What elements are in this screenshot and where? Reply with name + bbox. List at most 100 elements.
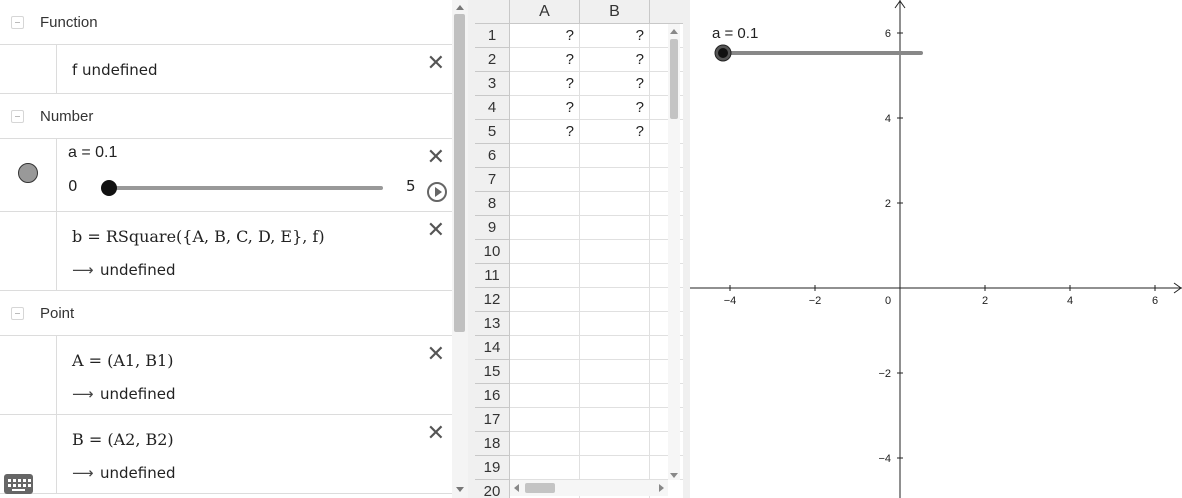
cell-B9[interactable] [580,216,650,240]
cell-A10[interactable] [510,240,580,264]
cell-B18[interactable] [580,432,650,456]
cell-A3[interactable]: ? [510,72,580,96]
algebra-row-B[interactable]: B = (A2, B2) ⟶ undefined ✕ [0,415,452,494]
cell-B19[interactable] [580,456,650,480]
cell-A4[interactable]: ? [510,96,580,120]
cell-B7[interactable] [580,168,650,192]
delete-B-icon[interactable]: ✕ [427,423,445,445]
expression-f[interactable]: f undefined [72,61,158,79]
delete-a-icon[interactable]: ✕ [427,147,445,169]
cell-A18[interactable] [510,432,580,456]
scroll-thumb[interactable] [525,483,555,493]
delete-b-icon[interactable]: ✕ [427,220,445,242]
cell-A15[interactable] [510,360,580,384]
visibility-marble-icon[interactable] [18,163,38,183]
cell-A12[interactable] [510,288,580,312]
scroll-down-icon[interactable] [456,487,464,492]
scroll-up-icon[interactable] [670,29,678,34]
cell-B6[interactable] [580,144,650,168]
cell-B2[interactable]: ? [580,48,650,72]
scroll-down-icon[interactable] [670,473,678,478]
cell-A6[interactable] [510,144,580,168]
graphics-slider-label[interactable]: a = 0.1 [712,25,758,42]
expression-B[interactable]: B = (A2, B2) [72,430,174,449]
scroll-left-icon[interactable] [514,484,519,492]
column-header-B[interactable]: B [580,0,650,24]
cell-B14[interactable] [580,336,650,360]
collapse-number-toggle[interactable] [11,110,24,123]
column-header-next[interactable] [650,0,683,24]
cell-A13[interactable] [510,312,580,336]
row-header-10[interactable]: 10 [475,240,510,264]
spreadsheet-horizontal-scrollbar[interactable] [510,480,668,496]
cell-B10[interactable] [580,240,650,264]
cell-A14[interactable] [510,336,580,360]
delete-A-icon[interactable]: ✕ [427,344,445,366]
delete-f-icon[interactable]: ✕ [427,53,445,75]
row-header-3[interactable]: 3 [475,72,510,96]
algebra-row-a[interactable]: a = 0.1 0 5 ✕ [0,139,452,212]
scroll-thumb[interactable] [454,14,465,332]
cell-A5[interactable]: ? [510,120,580,144]
cell-B4[interactable]: ? [580,96,650,120]
graphics-canvas[interactable]: a = 0.1 −4 −2 0 2 4 6 6 4 2 −2 −4 [690,0,1182,498]
algebra-scrollbar[interactable] [452,0,468,498]
algebra-row-A[interactable]: A = (A1, B1) ⟶ undefined ✕ [0,336,452,415]
play-animation-icon[interactable] [427,182,447,202]
row-header-18[interactable]: 18 [475,432,510,456]
cell-B8[interactable] [580,192,650,216]
row-header-16[interactable]: 16 [475,384,510,408]
algebra-row-f[interactable]: f undefined ✕ [0,45,452,94]
slider-a-knob[interactable] [101,180,117,196]
row-header-8[interactable]: 8 [475,192,510,216]
row-header-17[interactable]: 17 [475,408,510,432]
row-header-5[interactable]: 5 [475,120,510,144]
cell-A19[interactable] [510,456,580,480]
slider-a-track[interactable] [108,186,383,190]
cell-B16[interactable] [580,384,650,408]
row-header-20[interactable]: 20 [475,480,510,498]
graphics-view[interactable]: a = 0.1 −4 −2 0 2 4 6 6 4 2 −2 −4 [690,0,1182,498]
keyboard-icon[interactable] [4,474,33,494]
row-header-11[interactable]: 11 [475,264,510,288]
expression-A[interactable]: A = (A1, B1) [72,351,173,370]
cell-B3[interactable]: ? [580,72,650,96]
expression-a[interactable]: a = 0.1 [68,144,117,162]
cell-A2[interactable]: ? [510,48,580,72]
cell-B15[interactable] [580,360,650,384]
cell-B13[interactable] [580,312,650,336]
spreadsheet-vertical-scrollbar[interactable] [668,24,680,480]
cell-B12[interactable] [580,288,650,312]
cell-B17[interactable] [580,408,650,432]
spreadsheet-corner[interactable] [475,0,510,24]
pane-divider[interactable] [468,0,475,498]
scroll-right-icon[interactable] [659,484,664,492]
cell-B11[interactable] [580,264,650,288]
cell-B1[interactable]: ? [580,24,650,48]
row-header-15[interactable]: 15 [475,360,510,384]
expression-b[interactable]: b = RSquare({A, B, C, D, E}, f) [72,227,325,246]
row-header-1[interactable]: 1 [475,24,510,48]
cell-B5[interactable]: ? [580,120,650,144]
row-header-13[interactable]: 13 [475,312,510,336]
row-header-12[interactable]: 12 [475,288,510,312]
cell-A7[interactable] [510,168,580,192]
cell-A9[interactable] [510,216,580,240]
column-header-A[interactable]: A [510,0,580,24]
row-header-2[interactable]: 2 [475,48,510,72]
row-header-19[interactable]: 19 [475,456,510,480]
row-header-6[interactable]: 6 [475,144,510,168]
scroll-thumb[interactable] [670,39,678,119]
cell-A1[interactable]: ? [510,24,580,48]
row-header-4[interactable]: 4 [475,96,510,120]
row-header-14[interactable]: 14 [475,336,510,360]
row-header-9[interactable]: 9 [475,216,510,240]
collapse-point-toggle[interactable] [11,307,24,320]
pane-divider[interactable] [683,0,690,498]
cell-A17[interactable] [510,408,580,432]
collapse-function-toggle[interactable] [11,16,24,29]
scroll-up-icon[interactable] [456,5,464,10]
cell-A16[interactable] [510,384,580,408]
algebra-row-b[interactable]: b = RSquare({A, B, C, D, E}, f) ⟶ undefin… [0,212,452,291]
row-header-7[interactable]: 7 [475,168,510,192]
